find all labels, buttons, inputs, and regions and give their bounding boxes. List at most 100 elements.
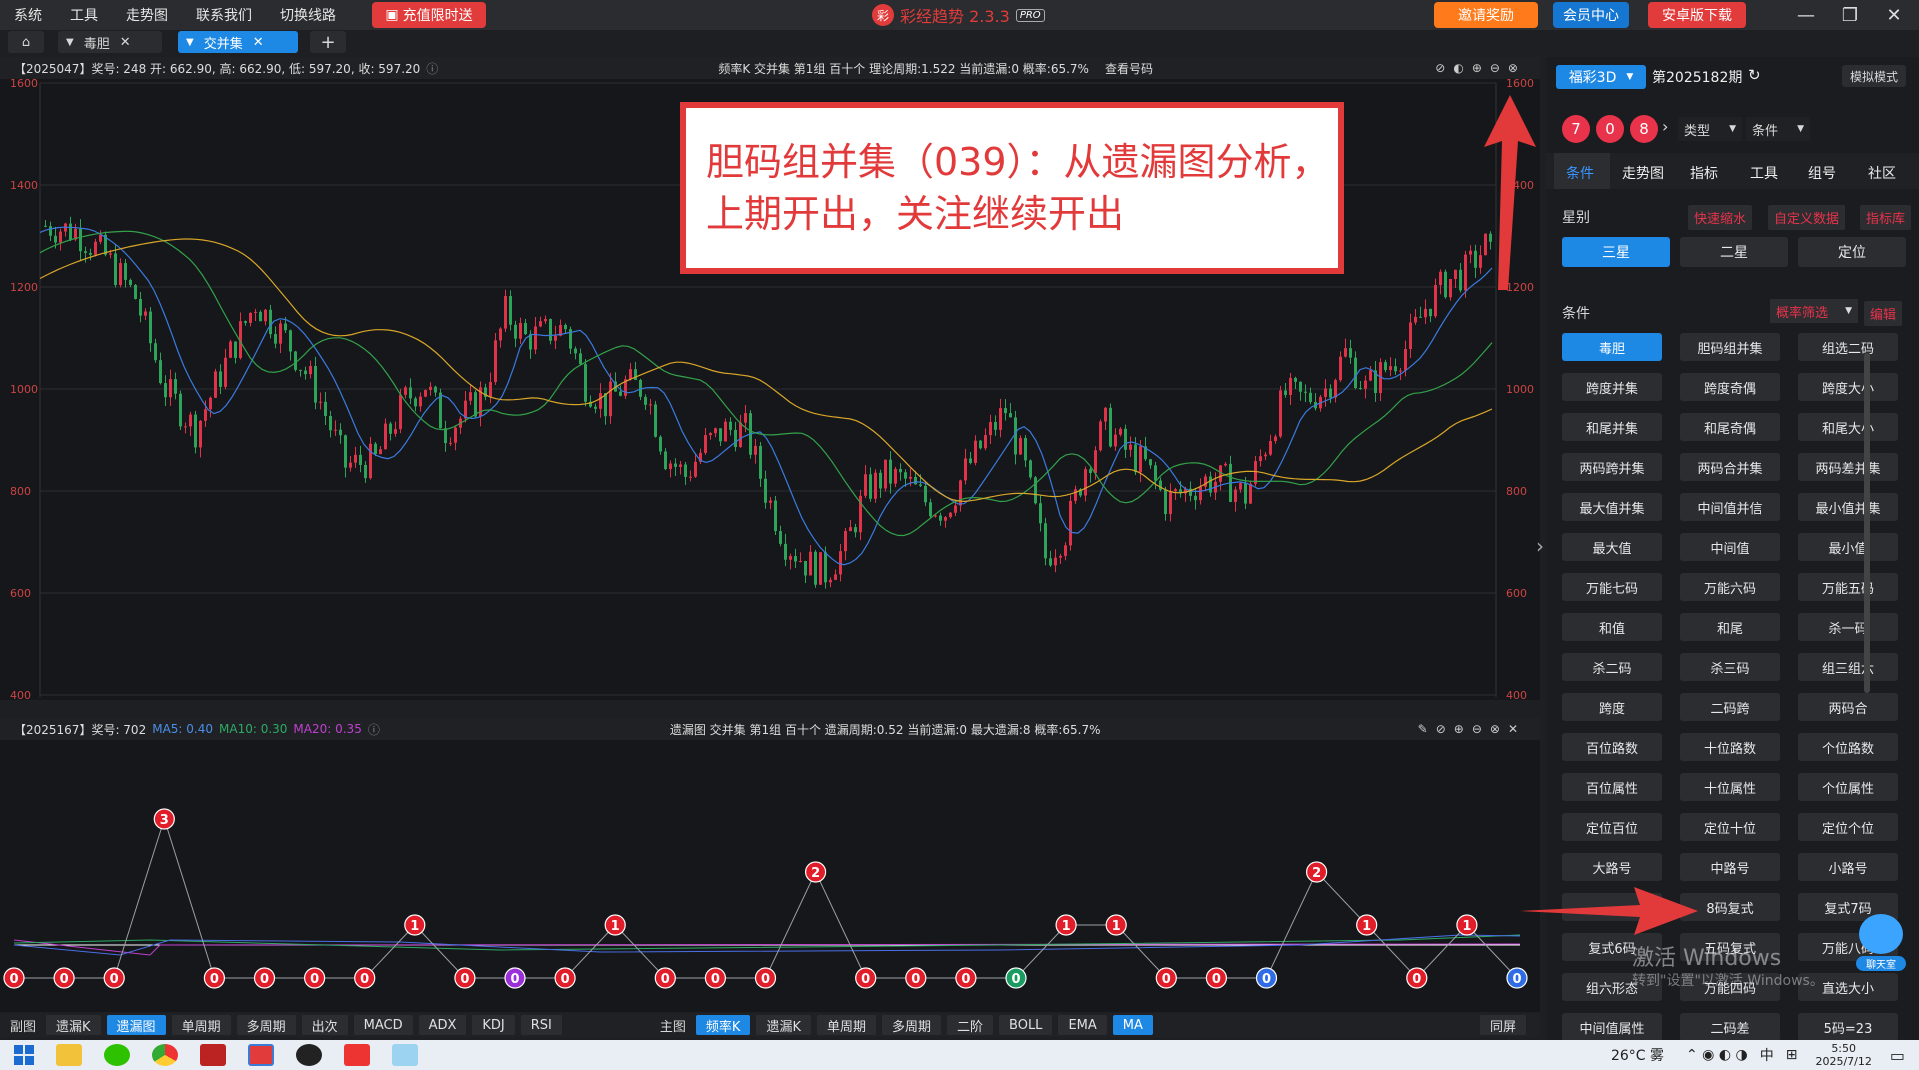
menu-tools[interactable]: 工具 <box>70 5 98 25</box>
same-screen-button[interactable]: 同屏 <box>1479 1015 1526 1035</box>
condition-button[interactable]: 跨度大小 <box>1798 373 1898 401</box>
condition-button[interactable]: 两码差并集 <box>1798 453 1898 481</box>
menu-switch-line[interactable]: 切换线路 <box>280 5 336 25</box>
add-tab-icon[interactable]: + <box>310 31 346 53</box>
condition-button[interactable]: 最大值并集 <box>1562 493 1662 521</box>
system-tray-icons[interactable]: ⌃ ◉ ◐ ◑ <box>1686 1047 1748 1063</box>
condition-button[interactable]: 定位百位 <box>1562 813 1662 841</box>
btab-rsi[interactable]: RSI <box>520 1015 562 1035</box>
help-icon[interactable]: ⓘ <box>368 721 380 738</box>
condition-button[interactable]: 杀一码 <box>1798 613 1898 641</box>
condition-button[interactable]: 万能五码 <box>1798 573 1898 601</box>
member-center-button[interactable]: 会员中心 <box>1553 2 1629 28</box>
edit-link[interactable]: 编辑 <box>1864 301 1903 326</box>
omission-chart-area[interactable]: 0 0 0 3 0 0 0 0 1 0 0 0 1 0 0 0 2 0 0 0 0 1 1 0 0 0 2 1 0 1 0 <box>0 740 1540 1012</box>
quick-shrink-link[interactable]: 快速缩水 <box>1688 205 1753 230</box>
close-icon[interactable]: ✕ <box>1876 2 1912 28</box>
condition-button[interactable]: 中间值并信 <box>1680 493 1780 521</box>
condition-button[interactable]: 跨度奇偶 <box>1680 373 1780 401</box>
wechat-icon[interactable] <box>104 1044 130 1066</box>
star-three[interactable]: 三星 <box>1562 237 1670 267</box>
chart-tools-icons[interactable]: ⊘◐⊕⊖⊗ <box>1435 61 1526 75</box>
collapse-panel-icon[interactable]: › <box>1536 534 1544 558</box>
ime-mode-icon[interactable]: ⊞ <box>1786 1047 1798 1063</box>
condition-button[interactable]: 和尾大小 <box>1798 413 1898 441</box>
condition-button[interactable]: 中路号 <box>1680 853 1780 881</box>
custom-data-link[interactable]: 自定义数据 <box>1768 205 1846 230</box>
btab-frequency-k[interactable]: 频率K <box>695 1015 751 1035</box>
condition-button[interactable]: 十位路数 <box>1680 733 1780 761</box>
weather-text[interactable]: 26°C 雾 <box>1611 1045 1664 1065</box>
rtab-group[interactable]: 组号 <box>1808 163 1836 183</box>
lottery-select[interactable]: 福彩3D ▼ <box>1556 65 1646 89</box>
btab-ma[interactable]: MA <box>1112 1015 1153 1035</box>
condition-button[interactable]: 最小值 <box>1798 533 1898 561</box>
condition-button[interactable]: 万能七码 <box>1562 573 1662 601</box>
condition-button[interactable]: 小路号 <box>1798 853 1898 881</box>
promo-button[interactable]: ▣ 充值限时送 <box>372 2 486 28</box>
tab-dudan[interactable]: ▼ 毒胆 ✕ <box>58 31 162 53</box>
condition-button[interactable]: 胆码组并集 <box>1680 333 1780 361</box>
view-numbers-link[interactable]: 查看号码 <box>1105 60 1153 77</box>
condition-button[interactable]: 杀三码 <box>1680 653 1780 681</box>
condition-button[interactable]: 组三组六 <box>1798 653 1898 681</box>
btab-main-multi-period[interactable]: 多周期 <box>881 1015 941 1035</box>
minimize-icon[interactable]: — <box>1788 2 1824 28</box>
probability-filter[interactable]: 概率筛选 ▼ <box>1770 299 1858 323</box>
rtab-trend[interactable]: 走势图 <box>1622 163 1664 183</box>
panel-scrollbar[interactable] <box>1864 353 1870 693</box>
clock[interactable]: 5:50 2025/7/12 <box>1815 1042 1871 1068</box>
condition-button[interactable]: 最大值 <box>1562 533 1662 561</box>
qq-icon[interactable] <box>296 1044 322 1066</box>
close-tab-icon[interactable]: ✕ <box>120 35 131 50</box>
btab-second-order[interactable]: 二阶 <box>947 1015 994 1035</box>
btab-single-period[interactable]: 单周期 <box>171 1015 231 1035</box>
browser-icon[interactable] <box>152 1044 178 1066</box>
btab-main-single-period[interactable]: 单周期 <box>816 1015 876 1035</box>
btab-occurrence[interactable]: 出次 <box>301 1015 348 1035</box>
condition-button[interactable]: 定位十位 <box>1680 813 1780 841</box>
condition-button[interactable]: 中间值属性 <box>1562 1013 1662 1041</box>
home-icon[interactable]: ⌂ <box>8 31 44 53</box>
btab-omission-k[interactable]: 遗漏K <box>46 1015 101 1035</box>
condition-button[interactable]: 跨度 <box>1562 693 1662 721</box>
condition-button[interactable]: 跨度并集 <box>1562 373 1662 401</box>
menu-contact[interactable]: 联系我们 <box>196 5 252 25</box>
condition-button[interactable]: 定位个位 <box>1798 813 1898 841</box>
condition-select[interactable]: 条件 ▼ <box>1746 117 1810 141</box>
file-explorer-icon[interactable] <box>56 1044 82 1066</box>
condition-button[interactable]: 杀二码 <box>1562 653 1662 681</box>
condition-button[interactable]: 两码跨并集 <box>1562 453 1662 481</box>
btab-kdj[interactable]: KDJ <box>472 1015 515 1035</box>
rtab-tools[interactable]: 工具 <box>1750 163 1778 183</box>
android-download-button[interactable]: 安卓版下载 <box>1648 2 1746 28</box>
condition-button[interactable]: 和尾奇偶 <box>1680 413 1780 441</box>
condition-button[interactable]: 个位属性 <box>1798 773 1898 801</box>
btab-boll[interactable]: BOLL <box>999 1015 1053 1035</box>
condition-button[interactable]: 百位属性 <box>1562 773 1662 801</box>
btab-ema[interactable]: EMA <box>1058 1015 1107 1035</box>
tab-jiaobingji[interactable]: ▼ 交并集 ✕ <box>178 31 298 53</box>
star-position[interactable]: 定位 <box>1798 237 1906 267</box>
restore-icon[interactable]: ❐ <box>1832 2 1868 28</box>
condition-button[interactable]: 万能六码 <box>1680 573 1780 601</box>
rtab-indicators[interactable]: 指标 <box>1690 163 1718 183</box>
simulation-mode-button[interactable]: 模拟模式 <box>1842 65 1906 87</box>
condition-button[interactable]: 两码合 <box>1798 693 1898 721</box>
wps-icon[interactable] <box>344 1044 370 1066</box>
condition-button[interactable]: 和尾 <box>1680 613 1780 641</box>
caijing-app-icon[interactable] <box>248 1044 274 1066</box>
condition-button[interactable]: 最小值并集 <box>1798 493 1898 521</box>
condition-button[interactable]: 和尾并集 <box>1562 413 1662 441</box>
condition-button[interactable]: 百位路数 <box>1562 733 1662 761</box>
ime-indicator[interactable]: 中 <box>1760 1045 1774 1065</box>
omission-chart[interactable]: 0 0 0 3 0 0 0 0 1 0 0 0 1 0 0 0 2 0 0 0 0 1 1 0 0 0 2 1 0 1 0 <box>0 740 1540 1012</box>
condition-button[interactable]: 5码=23 <box>1798 1013 1898 1041</box>
condition-button[interactable]: 两码合并集 <box>1680 453 1780 481</box>
chevron-right-icon[interactable]: › <box>1662 117 1668 136</box>
condition-button[interactable]: 大路号 <box>1562 853 1662 881</box>
btab-adx[interactable]: ADX <box>418 1015 467 1035</box>
notification-icon[interactable]: ▭ <box>1890 1046 1905 1065</box>
indicator-lib-link[interactable]: 指标库 <box>1860 205 1912 230</box>
condition-button[interactable]: 和值 <box>1562 613 1662 641</box>
